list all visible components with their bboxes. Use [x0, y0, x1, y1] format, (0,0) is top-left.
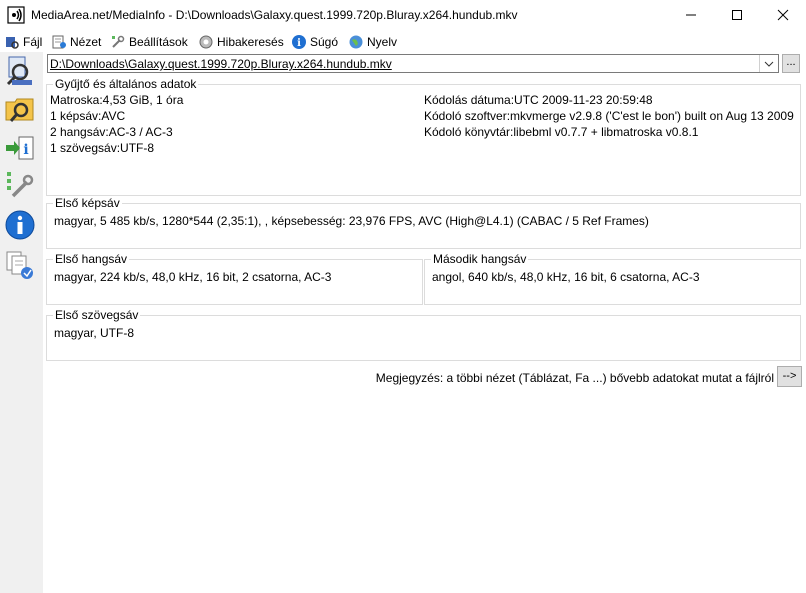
- general-group-title: Gyűjtő és általános adatok: [53, 77, 199, 91]
- audio2-group-title: Második hangsáv: [431, 252, 529, 266]
- settings-icon: [112, 35, 125, 48]
- minimize-icon: [686, 14, 696, 16]
- audio1-group-title: Első hangsáv: [53, 252, 130, 266]
- browse-button[interactable]: ...: [782, 54, 800, 73]
- menu-debug[interactable]: Hibakeresés: [198, 33, 284, 50]
- general-left-line: 1 képsáv:AVC: [50, 109, 126, 123]
- menu-settings[interactable]: Beállítások: [110, 33, 188, 50]
- other-views-arrow-button[interactable]: -->: [777, 366, 802, 387]
- maximize-button[interactable]: [714, 0, 760, 30]
- mediainfo-app-icon: [7, 6, 25, 24]
- video-group-title: Első képsáv: [53, 196, 122, 210]
- audio2-info-text: angol, 640 kb/s, 48,0 kHz, 16 bit, 6 csa…: [432, 270, 700, 284]
- text-track-group: Első szövegsáv magyar, UTF-8: [46, 308, 801, 361]
- menu-settings-label: Beállítások: [129, 34, 188, 49]
- language-icon: [349, 35, 363, 48]
- menu-view-label: Nézet: [70, 34, 102, 49]
- export-icon[interactable]: i: [3, 132, 37, 166]
- video-info-text: magyar, 5 485 kb/s, 1280*544 (2,35:1), ,…: [54, 214, 649, 228]
- audio1-group: Első hangsáv magyar, 224 kb/s, 48,0 kHz,…: [46, 252, 423, 305]
- help-icon: i: [292, 34, 306, 49]
- close-button[interactable]: [760, 0, 806, 30]
- view-icon: [52, 35, 66, 48]
- video-group: Első képsáv magyar, 5 485 kb/s, 1280*544…: [46, 196, 801, 249]
- general-left-line: Matroska:4,53 GiB, 1 óra: [50, 93, 184, 107]
- general-right-line: Kódoló szoftver:mkvmerge v2.9.8 ('C'est …: [424, 109, 794, 123]
- svg-text:i: i: [23, 142, 28, 158]
- file-icon: [6, 36, 19, 49]
- general-group: Gyűjtő és általános adatok Matroska:4,53…: [46, 77, 801, 196]
- title-bar: MediaArea.net/MediaInfo - D:\Downloads\G…: [0, 0, 806, 30]
- general-right-line: Kódoló könyvtár:libebml v0.7.7 + libmatr…: [424, 125, 699, 139]
- text-track-group-title: Első szövegsáv: [53, 308, 141, 322]
- menu-help[interactable]: i Súgó: [291, 33, 338, 50]
- general-right-line: Kódolás dátuma:UTC 2009-11-23 20:59:48: [424, 93, 653, 107]
- minimize-button[interactable]: [668, 0, 714, 30]
- about-icon[interactable]: [3, 208, 37, 242]
- file-path-combobox[interactable]: D:\Downloads\Galaxy.quest.1999.720p.Blur…: [47, 54, 779, 73]
- close-icon: [777, 9, 789, 21]
- menu-bar: Fájl Nézet Beállítások Hibakeresés i Súg…: [0, 30, 806, 52]
- audio1-info-text: magyar, 224 kb/s, 48,0 kHz, 16 bit, 2 cs…: [54, 270, 332, 284]
- file-path-text: D:\Downloads\Galaxy.quest.1999.720p.Blur…: [50, 57, 392, 71]
- preferences-icon[interactable]: [3, 168, 37, 202]
- svg-text:i: i: [297, 38, 301, 49]
- other-views-icon[interactable]: [3, 248, 37, 282]
- debug-icon: [199, 35, 213, 48]
- menu-view[interactable]: Nézet: [51, 33, 101, 50]
- maximize-icon: [732, 10, 742, 20]
- audio2-group: Második hangsáv angol, 640 kb/s, 48,0 kH…: [424, 252, 801, 305]
- window-title: MediaArea.net/MediaInfo - D:\Downloads\G…: [31, 8, 518, 22]
- menu-help-label: Súgó: [310, 34, 339, 49]
- general-left-line: 1 szövegsáv:UTF-8: [50, 141, 155, 155]
- menu-file-label: Fájl: [23, 34, 43, 49]
- menu-file[interactable]: Fájl: [4, 33, 42, 50]
- chevron-down-icon: [764, 61, 774, 67]
- text-track-info-text: magyar, UTF-8: [54, 326, 135, 340]
- open-folder-icon[interactable]: [3, 92, 37, 126]
- general-left-line: 2 hangsáv:AC-3 / AC-3: [50, 125, 173, 139]
- menu-language-label: Nyelv: [367, 34, 398, 49]
- menu-language[interactable]: Nyelv: [348, 33, 397, 50]
- left-toolbar: i: [0, 52, 43, 593]
- menu-debug-label: Hibakeresés: [217, 34, 284, 49]
- note-text: Megjegyzés: a többi nézet (Táblázat, Fa …: [375, 371, 774, 385]
- open-file-icon[interactable]: [3, 54, 37, 88]
- combobox-dropdown-button[interactable]: [759, 55, 778, 72]
